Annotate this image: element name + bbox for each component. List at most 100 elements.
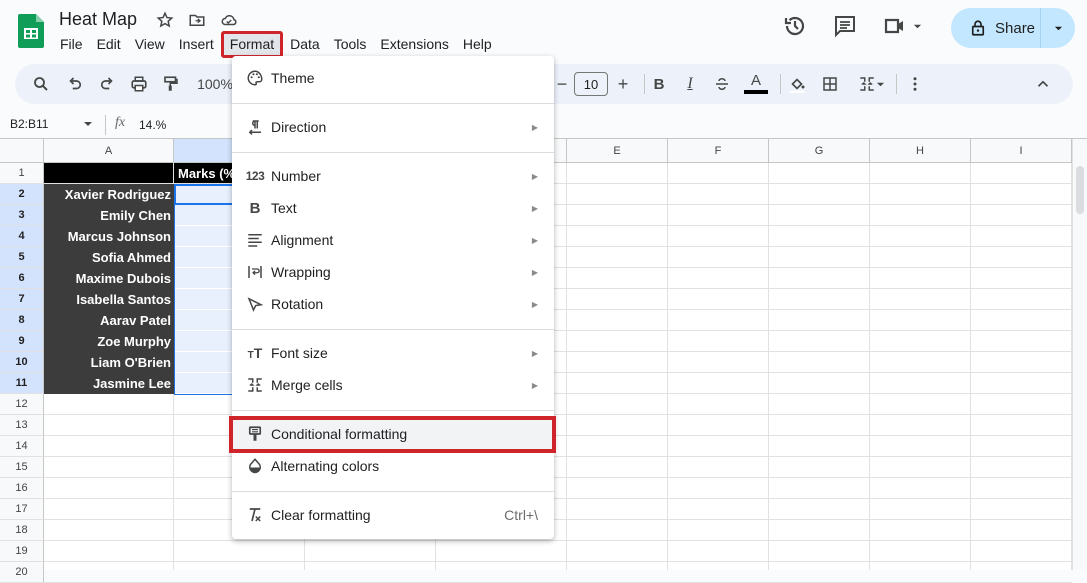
menu-format[interactable]: Format (220, 31, 284, 58)
menu-item-direction[interactable]: Direction ▶ (232, 112, 554, 142)
row-header[interactable]: 7 (0, 289, 44, 310)
row-header[interactable]: 5 (0, 247, 44, 268)
redo-button[interactable] (95, 64, 119, 104)
caret-down-icon[interactable] (83, 119, 93, 129)
menu-view[interactable]: View (128, 35, 172, 58)
caret-down-icon (913, 24, 922, 28)
menu-item-font-size[interactable]: TT Font size ▶ (232, 338, 554, 368)
menu-item-text[interactable]: B Text ▶ (232, 193, 554, 223)
document-title[interactable]: Heat Map (59, 9, 137, 30)
row-header[interactable]: 9 (0, 331, 44, 352)
star-icon[interactable] (156, 11, 174, 29)
collapse-toolbar-button[interactable] (1033, 64, 1053, 104)
menu-extensions[interactable]: Extensions (373, 35, 455, 58)
menu-file[interactable]: File (53, 35, 90, 58)
select-all-corner[interactable] (0, 139, 44, 163)
menu-item-label: Rotation (271, 296, 324, 312)
name-cell[interactable]: Marcus Johnson (44, 226, 174, 247)
name-cell[interactable]: Sofia Ahmed (44, 247, 174, 268)
name-cell[interactable]: Jasmine Lee (44, 373, 174, 394)
italic-button[interactable]: I (680, 64, 700, 104)
row-header[interactable]: 16 (0, 478, 44, 499)
meet-button[interactable] (883, 14, 922, 38)
video-camera-icon (884, 18, 903, 34)
menu-insert[interactable]: Insert (172, 35, 221, 58)
font-size-input[interactable]: 10 (574, 72, 608, 96)
row-header[interactable]: 1 (0, 163, 44, 184)
name-cell[interactable]: Isabella Santos (44, 289, 174, 310)
row-header[interactable]: 11 (0, 373, 44, 394)
sheets-logo-icon[interactable] (18, 14, 44, 48)
share-button[interactable]: Share (951, 8, 1041, 48)
more-options-button[interactable] (905, 64, 925, 104)
row-header[interactable]: 15 (0, 457, 44, 478)
menu-item-number[interactable]: 123 Number ▶ (232, 161, 554, 191)
name-cell[interactable]: Aarav Patel (44, 310, 174, 331)
row-header[interactable]: 18 (0, 520, 44, 541)
row-header[interactable]: 8 (0, 310, 44, 331)
borders-button[interactable] (819, 64, 841, 104)
share-button-group: Share (951, 8, 1075, 48)
row-header[interactable]: 12 (0, 394, 44, 415)
column-header[interactable]: H (870, 139, 971, 163)
menu-item-clear-formatting[interactable]: Clear formatting Ctrl+\ (232, 500, 554, 530)
formula-input[interactable]: 14.% (139, 118, 166, 132)
grid-line (44, 540, 1072, 541)
column-header[interactable]: G (769, 139, 870, 163)
row-header[interactable]: 14 (0, 436, 44, 457)
version-history-icon[interactable] (783, 14, 807, 38)
column-header[interactable]: I (971, 139, 1072, 163)
column-header[interactable]: F (668, 139, 769, 163)
strikethrough-button[interactable] (712, 64, 732, 104)
paint-format-button[interactable] (159, 64, 183, 104)
increase-font-size-button[interactable]: + (613, 64, 633, 104)
name-cell[interactable]: Xavier Rodriguez (44, 184, 174, 205)
name-cell[interactable]: Maxime Dubois (44, 268, 174, 289)
name-cell[interactable]: Liam O'Brien (44, 352, 174, 373)
menu-item-rotation[interactable]: Rotation ▶ (232, 289, 554, 319)
row-header[interactable]: 10 (0, 352, 44, 373)
submenu-arrow-icon: ▶ (531, 235, 538, 245)
row-header[interactable]: 20 (0, 562, 44, 583)
undo-button[interactable] (63, 64, 87, 104)
menu-item-wrapping[interactable]: Wrapping ▶ (232, 257, 554, 287)
fill-color-button[interactable] (786, 64, 808, 104)
chevron-up-icon (1037, 80, 1049, 87)
name-cell[interactable]: Emily Chen (44, 205, 174, 226)
row-header[interactable]: 19 (0, 541, 44, 562)
share-dropdown[interactable] (1041, 24, 1075, 33)
vertical-scrollbar-thumb[interactable] (1076, 166, 1084, 214)
row-header[interactable]: 4 (0, 226, 44, 247)
comments-icon[interactable] (833, 14, 857, 38)
print-button[interactable] (127, 64, 151, 104)
text-color-icon: A (750, 72, 761, 89)
row-header[interactable]: 13 (0, 415, 44, 436)
row-header[interactable]: 2 (0, 184, 44, 205)
merge-cells-button[interactable] (853, 64, 889, 104)
submenu-arrow-icon: ▶ (531, 348, 538, 358)
row-header[interactable]: 17 (0, 499, 44, 520)
menu-item-theme[interactable]: Theme (232, 63, 554, 93)
move-folder-icon[interactable] (188, 11, 206, 29)
more-vert-icon (913, 77, 917, 91)
search-menus-button[interactable] (29, 64, 53, 104)
menu-item-alternating-colors[interactable]: Alternating colors (232, 451, 554, 481)
menu-data[interactable]: Data (283, 35, 327, 58)
name-box[interactable]: B2:B11 (10, 117, 48, 131)
column-header[interactable]: E (567, 139, 668, 163)
cloud-saved-icon[interactable] (220, 11, 238, 29)
decrease-font-size-button[interactable]: − (555, 64, 569, 104)
text-color-button[interactable]: A (744, 64, 768, 104)
bold-button[interactable]: B (649, 64, 669, 104)
menu-edit[interactable]: Edit (90, 35, 128, 58)
menu-tools[interactable]: Tools (327, 35, 374, 58)
menu-item-alignment[interactable]: Alignment ▶ (232, 225, 554, 255)
bold-icon: B (249, 199, 261, 217)
menu-item-merge-cells[interactable]: Merge cells ▶ (232, 370, 554, 400)
name-cell[interactable]: Zoe Murphy (44, 331, 174, 352)
menu-help[interactable]: Help (456, 35, 499, 58)
zoom-select[interactable]: 100% (195, 64, 235, 104)
column-header[interactable]: A (44, 139, 174, 163)
row-header[interactable]: 6 (0, 268, 44, 289)
row-header[interactable]: 3 (0, 205, 44, 226)
